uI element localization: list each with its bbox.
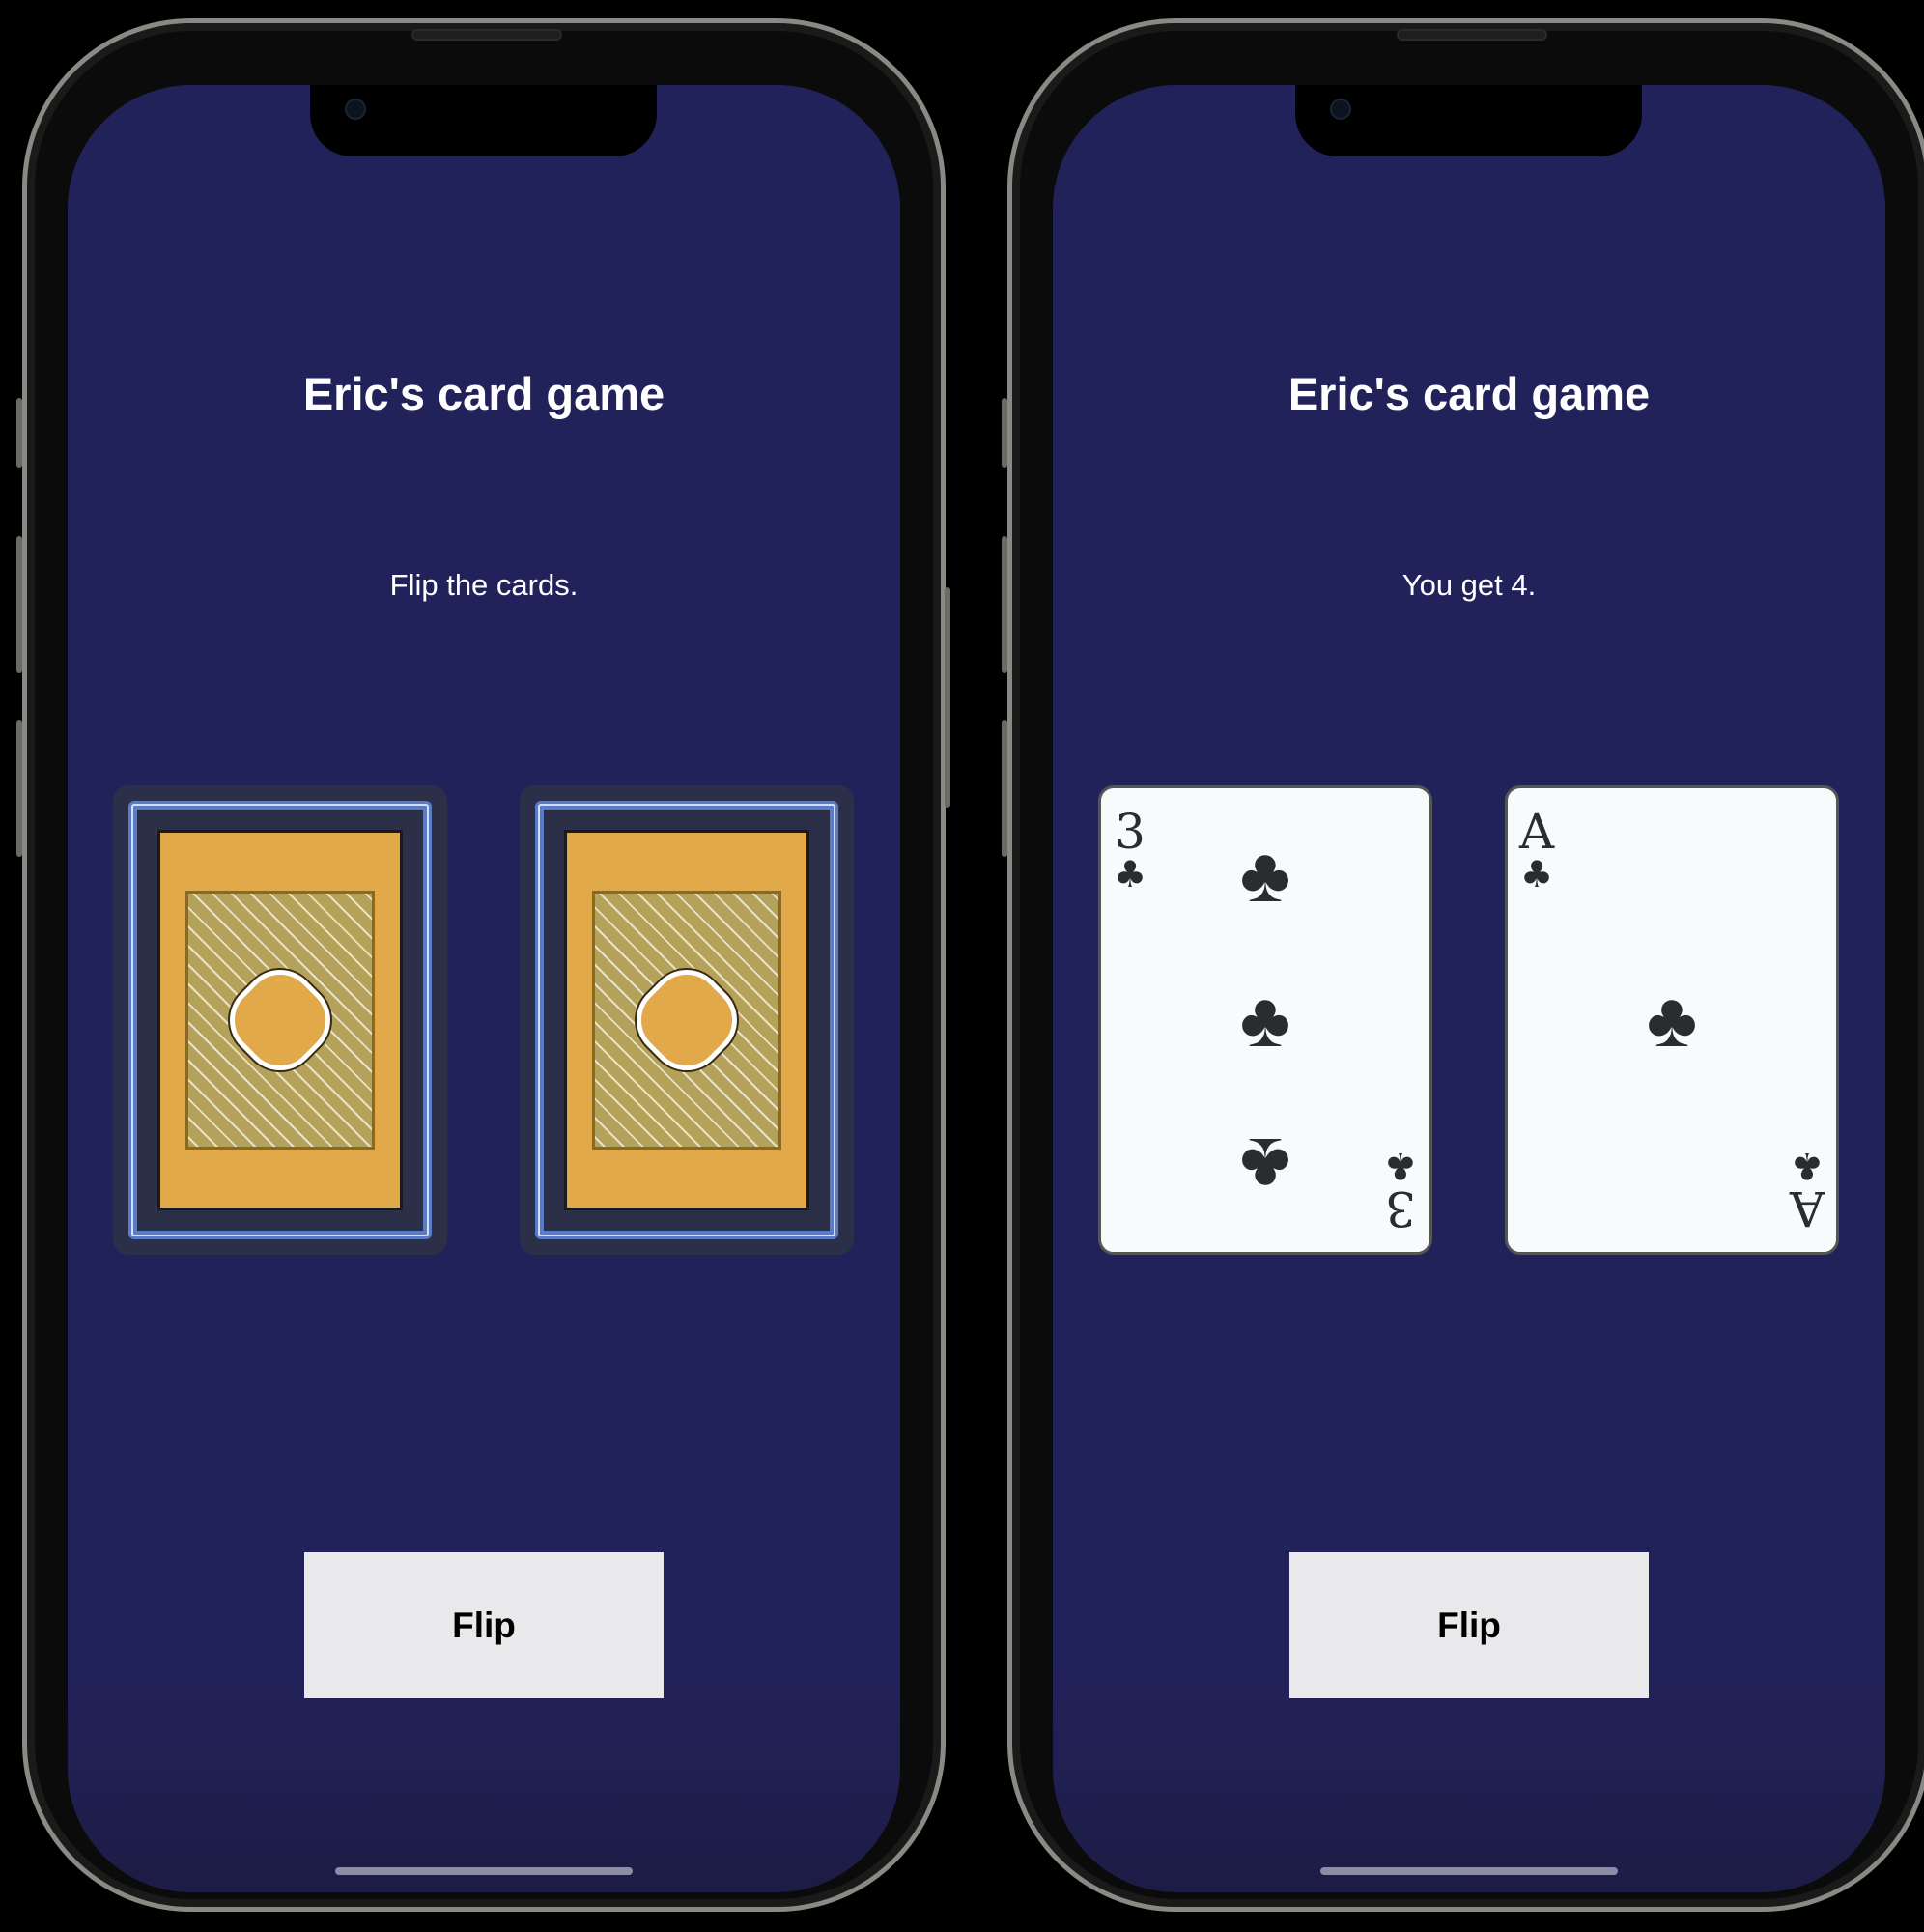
phone-left: Eric's card game Flip the cards. Flip xyxy=(22,18,946,1912)
card-index-top: A ♣ xyxy=(1517,808,1556,893)
card-rank: 3 xyxy=(1115,804,1146,860)
camera-icon xyxy=(345,99,366,120)
page-title: Eric's card game xyxy=(1287,368,1651,419)
app-screen: Eric's card game Flip the cards. Flip xyxy=(68,85,900,1892)
notch xyxy=(310,85,657,156)
speaker xyxy=(411,29,562,41)
card-back-right xyxy=(520,785,854,1255)
power-button xyxy=(945,587,950,808)
app-screen: Eric's card game You get 4. 3 ♣ ♣ ♣ ♣ 3 ♣ … xyxy=(1053,85,1885,1892)
volume-down-button xyxy=(1002,720,1007,857)
card-medallion xyxy=(214,954,346,1086)
club-icon: ♣ xyxy=(1519,853,1554,895)
club-icon: ♣ xyxy=(1239,832,1291,918)
club-icon: ♣ xyxy=(1383,1145,1418,1187)
card-rank: A xyxy=(1518,804,1555,860)
mute-switch xyxy=(1002,398,1007,468)
flip-button[interactable]: Flip xyxy=(304,1552,664,1698)
card-rank: A xyxy=(1789,1180,1825,1236)
flip-button[interactable]: Flip xyxy=(1289,1552,1649,1698)
card-three-of-clubs: 3 ♣ ♣ ♣ ♣ 3 ♣ xyxy=(1098,785,1432,1255)
page-title: Eric's card game xyxy=(302,368,665,419)
card-ace-of-clubs: A ♣ ♣ A ♣ xyxy=(1505,785,1839,1255)
card-pattern xyxy=(185,891,375,1150)
phone-right: Eric's card game You get 4. 3 ♣ ♣ ♣ ♣ 3 ♣ … xyxy=(1007,18,1924,1912)
club-icon: ♣ xyxy=(1790,1145,1825,1187)
volume-up-button xyxy=(16,536,22,673)
card-ornament xyxy=(157,830,403,1210)
card-pattern xyxy=(592,891,781,1150)
card-ornament xyxy=(564,830,809,1210)
mute-switch xyxy=(16,398,22,468)
club-icon: ♣ xyxy=(1646,977,1698,1063)
home-indicator[interactable] xyxy=(335,1867,633,1875)
camera-icon xyxy=(1330,99,1351,120)
speaker xyxy=(1397,29,1547,41)
volume-up-button xyxy=(1002,536,1007,673)
status-message: You get 4. xyxy=(1401,568,1537,602)
card-back-left xyxy=(113,785,447,1255)
card-medallion xyxy=(621,954,752,1086)
volume-down-button xyxy=(16,720,22,857)
status-message: Flip the cards. xyxy=(389,568,579,602)
club-icon: ♣ xyxy=(1239,977,1291,1063)
notch xyxy=(1295,85,1642,156)
card-index-top: 3 ♣ xyxy=(1111,808,1149,893)
club-icon: ♣ xyxy=(1113,853,1147,895)
club-icon: ♣ xyxy=(1239,1122,1291,1208)
card-index-bottom: 3 ♣ xyxy=(1381,1145,1420,1236)
card-index-bottom: A ♣ xyxy=(1788,1145,1826,1236)
card-rank: 3 xyxy=(1385,1180,1416,1236)
home-indicator[interactable] xyxy=(1320,1867,1618,1875)
